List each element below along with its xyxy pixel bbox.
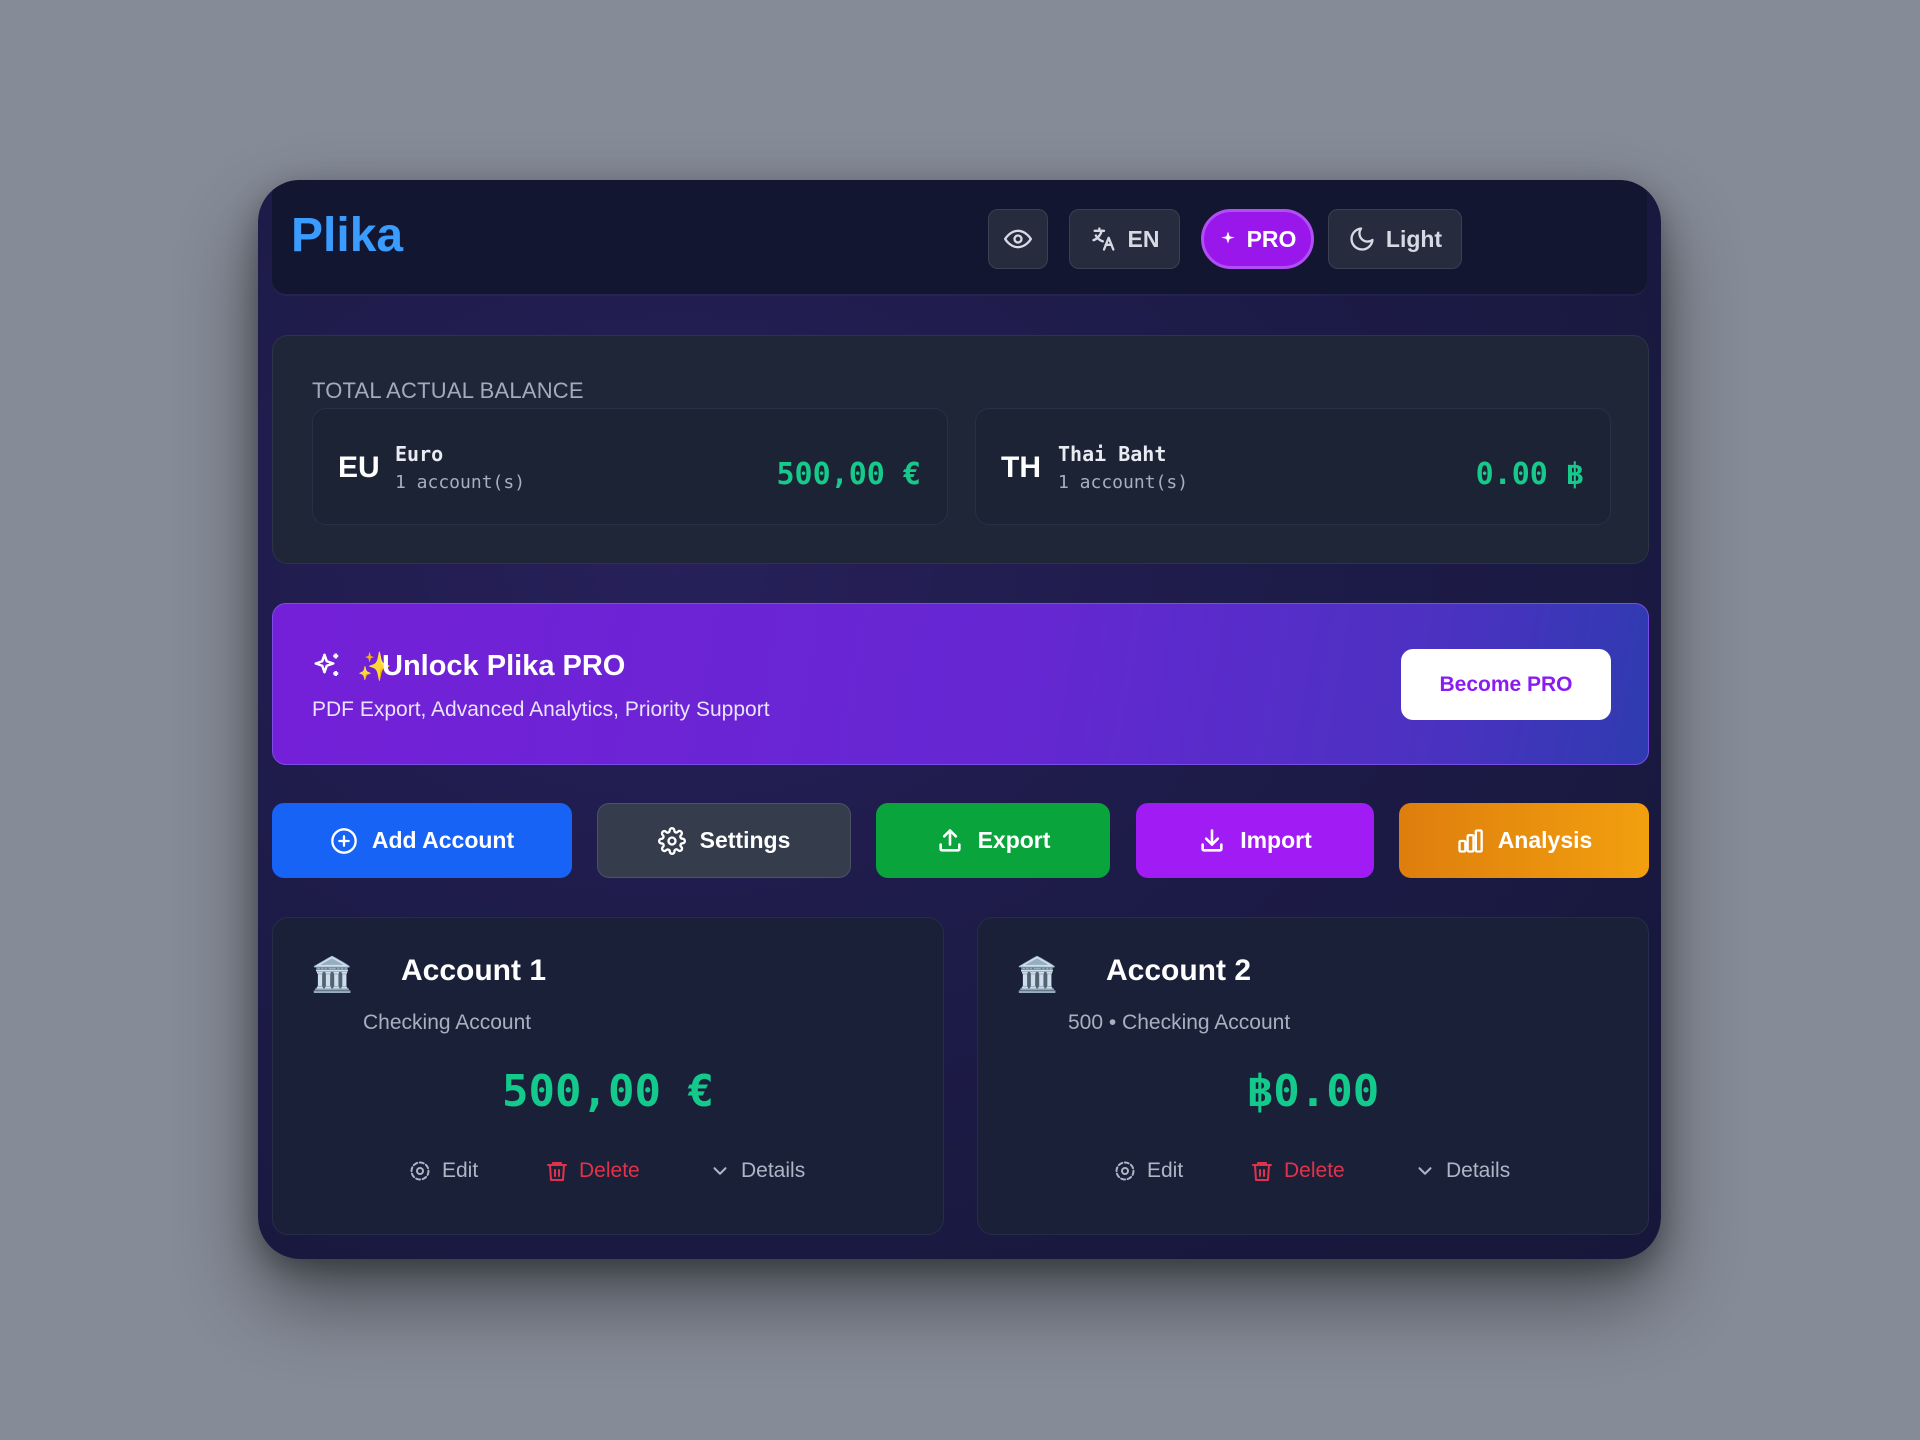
delete-account-button[interactable]: Delete bbox=[545, 1153, 640, 1189]
translate-icon bbox=[1091, 227, 1115, 251]
visibility-toggle-button[interactable] bbox=[988, 209, 1048, 269]
sparkle-icon bbox=[314, 653, 339, 676]
currency-tile-euro: EU Euro 1 account(s) 500,00 € bbox=[312, 408, 948, 525]
account-card-1: 🏛️ Account 1 Checking Account 500,00 € E… bbox=[272, 917, 944, 1235]
currency-name: Euro bbox=[395, 442, 444, 466]
moon-icon bbox=[1350, 227, 1374, 251]
promo-title: Unlock Plika PRO bbox=[382, 650, 626, 682]
edit-label: Edit bbox=[442, 1159, 479, 1182]
edit-account-button[interactable]: Edit bbox=[408, 1153, 478, 1189]
import-button[interactable]: Import bbox=[1136, 803, 1374, 878]
language-button[interactable]: EN bbox=[1069, 209, 1180, 269]
currency-tile-baht: TH Thai Baht 1 account(s) 0.00 ฿ bbox=[975, 408, 1611, 525]
bank-icon: 🏛️ bbox=[1016, 956, 1059, 994]
settings-button[interactable]: Settings bbox=[597, 803, 851, 878]
edit-account-button[interactable]: Edit bbox=[1113, 1153, 1183, 1189]
brand-logo: Plika bbox=[291, 209, 404, 262]
account-balance: 500,00 € bbox=[502, 1066, 714, 1117]
bar-chart-icon bbox=[1458, 828, 1483, 853]
currency-amount: 0.00 ฿ bbox=[1475, 457, 1584, 492]
add-account-button[interactable]: Add Account bbox=[272, 803, 572, 878]
download-icon bbox=[1201, 828, 1223, 852]
pro-button[interactable]: PRO bbox=[1201, 209, 1314, 269]
currency-code: EU bbox=[338, 451, 380, 484]
delete-account-button[interactable]: Delete bbox=[1250, 1153, 1345, 1189]
details-label: Details bbox=[1446, 1159, 1511, 1182]
import-label: Import bbox=[1240, 827, 1312, 853]
account-subtitle: 500 • Checking Account bbox=[1068, 1011, 1291, 1034]
export-button[interactable]: Export bbox=[876, 803, 1110, 878]
account-title: Account 2 bbox=[1106, 954, 1252, 987]
chevron-down-icon bbox=[713, 1167, 727, 1175]
gear-icon bbox=[1115, 1161, 1135, 1181]
details-account-button[interactable]: Details bbox=[1414, 1153, 1510, 1189]
details-label: Details bbox=[741, 1159, 806, 1182]
delete-label: Delete bbox=[1284, 1159, 1345, 1182]
promo-subtitle: PDF Export, Advanced Analytics, Priority… bbox=[312, 698, 770, 721]
account-subtitle: Checking Account bbox=[363, 1011, 532, 1034]
gear-icon bbox=[410, 1161, 430, 1181]
theme-label: Light bbox=[1385, 225, 1443, 252]
analysis-button[interactable]: Analysis bbox=[1399, 803, 1649, 878]
app-window: Plika EN PRO Light TOTAL ACTUAL BALANCE … bbox=[258, 180, 1661, 1259]
total-balance-title: TOTAL ACTUAL BALANCE bbox=[312, 378, 584, 403]
become-pro-button[interactable]: Become PRO bbox=[1401, 649, 1611, 720]
trash-icon bbox=[547, 1162, 567, 1181]
pro-label: PRO bbox=[1246, 225, 1297, 252]
trash-icon bbox=[1252, 1162, 1272, 1181]
upload-icon bbox=[938, 828, 961, 852]
account-title: Account 1 bbox=[401, 954, 547, 987]
analysis-label: Analysis bbox=[1497, 827, 1593, 853]
total-balance-card: TOTAL ACTUAL BALANCE EU Euro 1 account(s… bbox=[272, 335, 1649, 564]
currency-account-count: 1 account(s) bbox=[395, 472, 526, 493]
sparkle-icon bbox=[1220, 231, 1235, 244]
gear-icon bbox=[657, 826, 686, 855]
details-account-button[interactable]: Details bbox=[709, 1153, 805, 1189]
delete-label: Delete bbox=[579, 1159, 640, 1182]
settings-label: Settings bbox=[699, 827, 791, 853]
currency-code: TH bbox=[1001, 451, 1041, 484]
account-balance: ฿0.00 bbox=[1246, 1066, 1380, 1117]
language-label: EN bbox=[1127, 225, 1160, 252]
top-bar: Plika EN PRO Light bbox=[272, 180, 1647, 294]
account-card-2: 🏛️ Account 2 500 • Checking Account ฿0.0… bbox=[977, 917, 1649, 1235]
currency-name: Thai Baht bbox=[1058, 442, 1167, 466]
eye-icon bbox=[1004, 229, 1032, 249]
currency-account-count: 1 account(s) bbox=[1058, 472, 1189, 493]
plus-circle-icon bbox=[331, 827, 357, 854]
bank-icon: 🏛️ bbox=[311, 956, 354, 994]
pro-promo-banner: ✨ Unlock Plika PRO PDF Export, Advanced … bbox=[272, 603, 1649, 765]
edit-label: Edit bbox=[1147, 1159, 1184, 1182]
currency-amount: 500,00 € bbox=[776, 457, 922, 492]
chevron-down-icon bbox=[1418, 1167, 1432, 1175]
export-label: Export bbox=[977, 827, 1051, 853]
theme-toggle-button[interactable]: Light bbox=[1328, 209, 1462, 269]
add-account-label: Add Account bbox=[371, 827, 515, 853]
